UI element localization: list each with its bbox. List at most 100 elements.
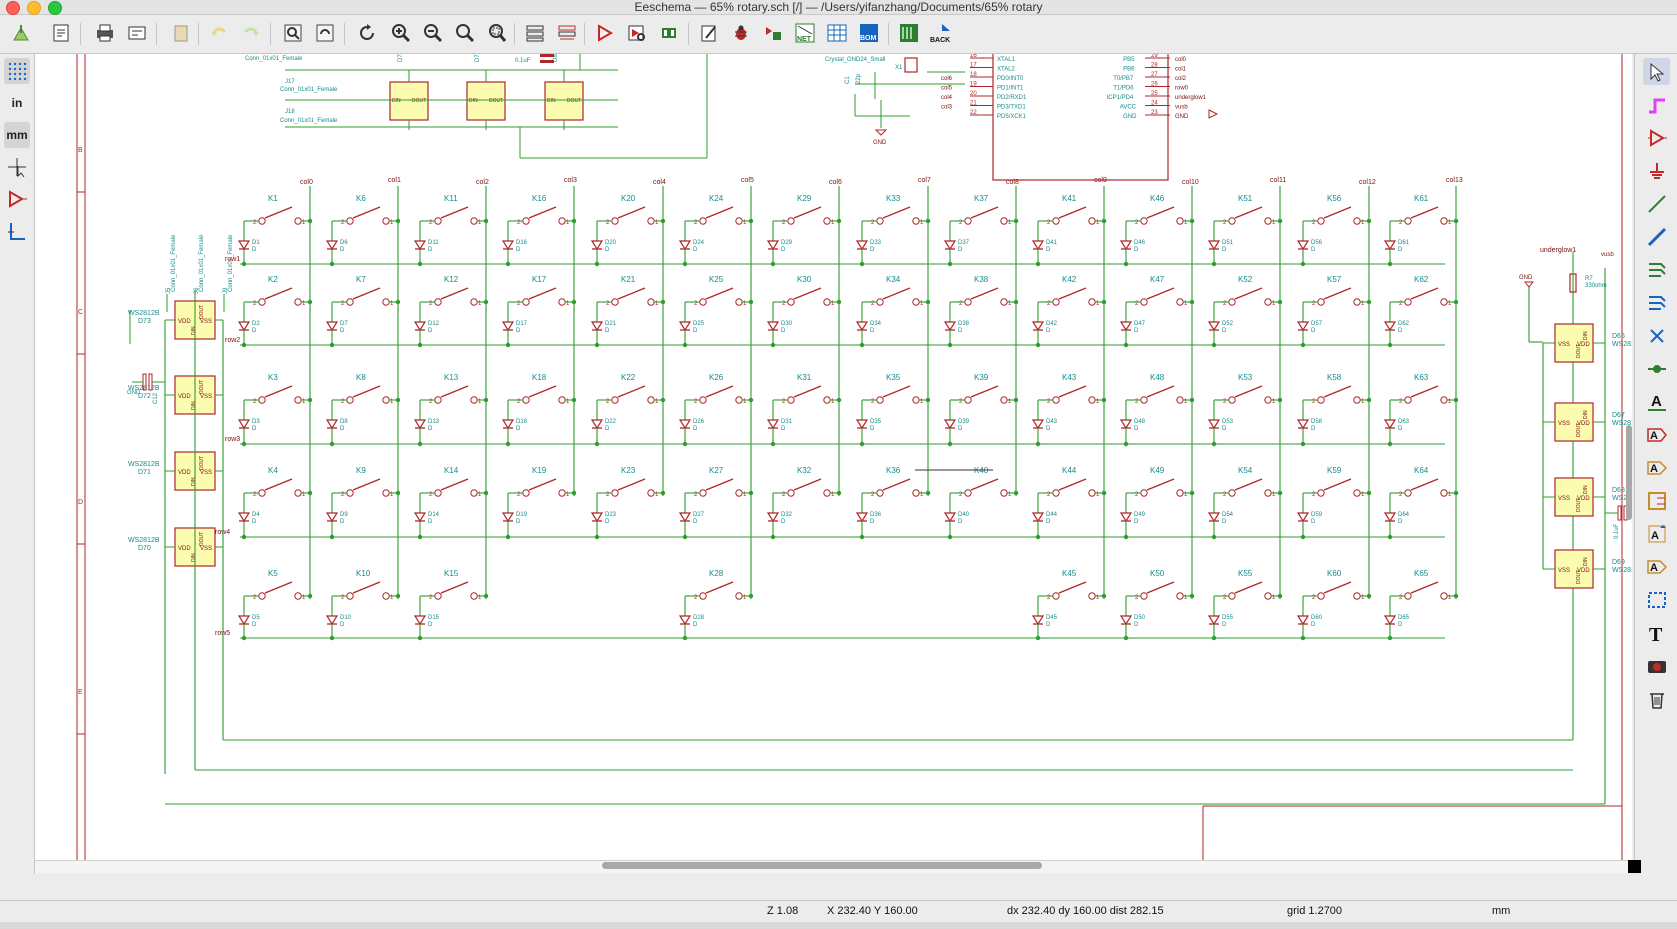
diode-symbol[interactable] [590,240,604,251]
junction[interactable] [307,490,313,496]
junction[interactable] [571,299,577,305]
switch-ref[interactable]: K28 [709,569,724,578]
switch-pin[interactable] [294,298,302,306]
diode-value[interactable]: D [252,247,257,253]
led-part[interactable]: WS2812B [128,310,160,317]
add-label-icon[interactable]: A [1643,388,1670,415]
junction[interactable] [1123,261,1129,267]
diode-value[interactable]: D [340,519,345,525]
add-hier-label-icon[interactable]: A [1643,454,1670,481]
switch-ref[interactable]: K1 [268,194,278,203]
switch-contact[interactable] [617,206,646,219]
switch-ref[interactable]: K13 [444,373,459,382]
switch-pin[interactable] [346,217,354,225]
diode-symbol[interactable] [855,512,869,523]
switch-pin[interactable] [294,489,302,497]
add-sheet-pin-icon[interactable]: A [1643,553,1670,580]
diode-value[interactable]: D [1134,622,1139,628]
led-pin[interactable]: DOUT [199,456,205,470]
diode-value[interactable]: D [605,519,610,525]
column-label[interactable]: col10 [1182,179,1199,186]
junction[interactable] [836,218,842,224]
junction[interactable] [1211,261,1217,267]
junction[interactable] [947,342,953,348]
switch-contact[interactable] [1323,287,1352,300]
switch-pin[interactable] [699,217,707,225]
junction[interactable] [1123,342,1129,348]
switch-pin[interactable] [558,489,566,497]
column-label[interactable]: col1 [388,177,401,184]
switch-pin[interactable] [470,489,478,497]
cap-value[interactable]: 0.1uF [1614,523,1620,539]
switch-ref[interactable]: K54 [1238,466,1253,475]
switch-pin[interactable] [1404,217,1412,225]
diode-value[interactable]: D [428,247,433,253]
junction[interactable] [395,490,401,496]
diode-symbol[interactable] [1031,615,1045,626]
diode-symbol[interactable] [1031,240,1045,251]
switch-pin[interactable] [912,298,920,306]
mcu-net-label[interactable]: underglow1 [1175,95,1207,101]
diode-ref[interactable]: D63 [1398,419,1410,425]
diode-symbol[interactable] [590,321,604,332]
switch-contact[interactable] [1058,385,1087,398]
junction[interactable] [1387,534,1393,540]
switch-contact[interactable] [352,206,381,219]
diode-symbol[interactable] [1119,419,1133,430]
diode-value[interactable]: D [1311,519,1316,525]
diode-ref[interactable]: D20 [605,240,617,246]
diode-value[interactable]: D [428,328,433,334]
switch-pin[interactable] [1176,298,1184,306]
border-letter[interactable]: C [78,309,83,316]
switch-contact[interactable] [793,385,822,398]
led-pin[interactable]: DOUT [412,98,426,104]
switch-ref[interactable]: K64 [1414,466,1429,475]
switch-contact[interactable] [1058,206,1087,219]
junction[interactable] [329,635,335,641]
add-hier-sheet-icon[interactable] [1643,487,1670,514]
diode-ref[interactable]: D28 [693,615,705,621]
switch-contact[interactable] [705,478,734,491]
mcu-pin-number[interactable]: 17 [970,63,977,69]
switch-contact[interactable] [352,581,381,594]
switch-ref[interactable]: K17 [532,275,547,284]
mcu-pin-number[interactable]: 28 [1151,63,1158,69]
diode-value[interactable]: D [605,328,610,334]
junction[interactable] [925,397,931,403]
switch-pin[interactable] [522,217,530,225]
hidden-pins-icon[interactable] [4,186,30,212]
junction[interactable] [1101,218,1107,224]
diode-symbol[interactable] [1383,240,1397,251]
mcu-pin-name[interactable]: XTAL1 [997,57,1016,63]
switch-contact[interactable] [264,206,293,219]
diode-value[interactable]: D [1398,519,1403,525]
switch-pin[interactable] [434,217,442,225]
switch-ref[interactable]: K24 [709,194,724,203]
junction[interactable] [1277,299,1283,305]
switch-pin[interactable] [964,489,972,497]
switch-ref[interactable]: K6 [356,194,366,203]
add-bus-icon[interactable] [1643,223,1670,250]
switch-contact[interactable] [1234,581,1263,594]
junction[interactable] [770,261,776,267]
switch-ref[interactable]: K16 [532,194,547,203]
diode-symbol[interactable] [1119,615,1133,626]
switch-contact[interactable] [1234,206,1263,219]
footprint-editor-icon[interactable] [656,20,682,46]
symbol-library-browser-icon[interactable] [624,20,650,46]
switch-pin[interactable] [558,396,566,404]
junction[interactable] [1453,593,1459,599]
switch-pin[interactable] [647,298,655,306]
junction[interactable] [505,342,511,348]
diode-ref[interactable]: D29 [781,240,793,246]
junction[interactable] [1101,397,1107,403]
switch-contact[interactable] [1058,478,1087,491]
diode-value[interactable]: D [958,426,963,432]
switch-pin[interactable] [611,396,619,404]
diode-ref[interactable]: D22 [605,419,617,425]
diode-symbol[interactable] [237,615,251,626]
led-pin[interactable]: DOUT [199,532,205,546]
page-settings-icon[interactable] [48,20,74,46]
diode-value[interactable]: D [252,426,257,432]
switch-contact[interactable] [1058,581,1087,594]
